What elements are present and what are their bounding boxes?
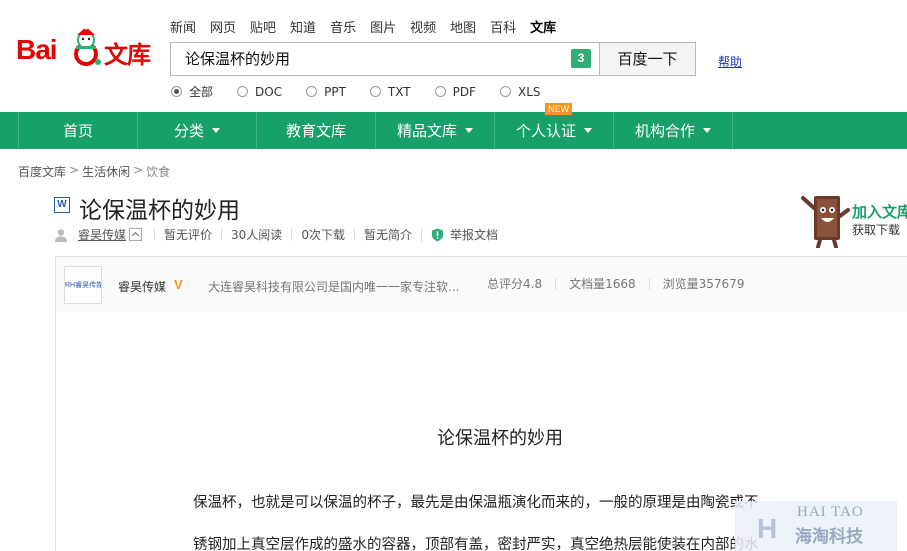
doc-downloads: 0次下载 xyxy=(291,228,354,241)
author-stats: 总评分4.8 文档量1668 浏览量357679 xyxy=(474,278,757,290)
filter-ppt[interactable]: PPT xyxy=(306,83,346,100)
breadcrumb: 百度文库 > 生活休闲 > 饮食 xyxy=(18,163,170,180)
author-logo[interactable]: RH睿昊传媒 xyxy=(64,266,102,304)
chevron-down-icon xyxy=(584,128,592,133)
user-icon xyxy=(55,228,67,242)
search-button[interactable]: 百度一下 xyxy=(599,42,696,76)
nav-label: 机构合作 xyxy=(634,122,695,140)
chevron-down-icon xyxy=(465,128,473,133)
shield-icon xyxy=(431,228,443,241)
breadcrumb-item[interactable]: 生活休闲 xyxy=(82,163,130,180)
radio-ppt[interactable] xyxy=(306,86,318,97)
nav-institution[interactable]: 机构合作 xyxy=(614,112,733,149)
topnav-music[interactable]: 音乐 xyxy=(330,17,356,36)
watermark-letter: H xyxy=(757,513,778,544)
new-badge: NEW xyxy=(545,103,572,115)
topnav-images[interactable]: 图片 xyxy=(370,17,396,36)
nav-label: 分类 xyxy=(173,122,204,140)
doc-summary: 暂无简介 xyxy=(353,228,421,241)
breadcrumb-item-current[interactable]: 饮食 xyxy=(146,163,170,180)
radio-txt[interactable] xyxy=(369,86,381,97)
nav-premium[interactable]: 精品文库 xyxy=(376,112,495,149)
doc-title: 论保温杯的妙用 xyxy=(79,198,240,224)
doc-meta: 睿昊传媒 暂无评价 30人阅读 0次下载 暂无简介 举报文档 xyxy=(54,226,498,243)
chevron-up-icon[interactable] xyxy=(129,228,143,241)
help-link[interactable]: 帮助 xyxy=(718,53,742,70)
filter-txt[interactable]: TXT xyxy=(369,83,411,100)
verified-v-icon: V xyxy=(174,277,183,292)
document-text-line: 保温杯，也就是可以保温的杯子，最先是由保温瓶演化而来的，一般的原理是由陶瓷或不 xyxy=(193,495,759,511)
topnav-news[interactable]: 新闻 xyxy=(170,17,196,36)
nav-label: 首页 xyxy=(62,122,93,140)
topnav-video[interactable]: 视频 xyxy=(410,17,436,36)
chevron-down-icon xyxy=(703,128,711,133)
topnav-web[interactable]: 网页 xyxy=(210,17,236,36)
filter-xls[interactable]: XLS xyxy=(499,83,541,100)
document-heading: 论保温杯的妙用 xyxy=(437,428,563,449)
watermark-en: HAI TAO xyxy=(797,504,864,520)
author-stat-score: 总评分4.8 xyxy=(487,277,543,291)
nav-label: 教育文库 xyxy=(285,122,346,140)
radio-xls[interactable] xyxy=(499,86,511,97)
logo-text-wenku: 文库 xyxy=(104,41,151,69)
filter-doc[interactable]: DOC xyxy=(237,83,282,100)
filter-label: DOC xyxy=(255,84,283,99)
main-nav-bar: 首页 分类 教育文库 精品文库 个人认证 机构合作 xyxy=(0,112,907,149)
author-link[interactable]: 睿昊传媒 xyxy=(78,226,126,243)
filter-label: PPT xyxy=(324,84,346,99)
filter-pdf[interactable]: PDF xyxy=(434,83,476,100)
author-stat-views: 浏览量357679 xyxy=(648,278,758,290)
radio-pdf[interactable] xyxy=(434,86,446,97)
nav-personal-cert[interactable]: 个人认证 xyxy=(495,112,614,149)
author-stat-docs: 文档量1668 xyxy=(555,278,649,290)
book-mascot-icon[interactable] xyxy=(800,188,850,248)
filter-label: 全部 xyxy=(189,85,214,99)
document-text-line: 锈钢加上真空层作成的盛水的容器，顶部有盖，密封严实，真空绝热层能使装在内部的水 xyxy=(193,537,759,551)
doc-rating: 暂无评价 xyxy=(154,228,221,241)
nav-home[interactable]: 首页 xyxy=(19,112,138,149)
nav-label: 精品文库 xyxy=(396,122,457,140)
report-label: 举报文档 xyxy=(449,227,498,242)
filter-label: TXT xyxy=(387,84,411,99)
topnav-zhidao[interactable]: 知道 xyxy=(290,17,316,36)
topnav-map[interactable]: 地图 xyxy=(450,17,476,36)
author-card: RH睿昊传媒 睿昊传媒 V 大连睿昊科技有限公司是国内唯一一家专注软... 总评… xyxy=(55,256,907,313)
nav-categories[interactable]: 分类 xyxy=(138,112,257,149)
nav-label: 个人认证 xyxy=(515,122,576,140)
topnav-wenku[interactable]: 文库 xyxy=(530,17,556,36)
filter-label: XLS xyxy=(517,84,541,99)
radio-all[interactable] xyxy=(171,86,182,97)
radio-doc[interactable] xyxy=(237,86,249,97)
search-input[interactable]: 论保温杯的妙用 xyxy=(170,42,600,76)
filter-label: PDF xyxy=(452,84,476,99)
logo-text-bai: Bai xyxy=(16,34,58,65)
baidu-wenku-logo[interactable]: Bai 文库 xyxy=(16,22,158,74)
author-description: 大连睿昊科技有限公司是国内唯一一家专注软... xyxy=(208,280,460,294)
breadcrumb-separator-icon: > xyxy=(133,163,144,177)
snowman-mascot-icon xyxy=(74,26,101,66)
breadcrumb-separator-icon: > xyxy=(69,163,80,177)
nav-education[interactable]: 教育文库 xyxy=(257,112,376,149)
watermark-cn: 海淘科技 xyxy=(795,527,863,547)
promo-subtitle[interactable]: 获取下载 xyxy=(852,221,900,238)
topnav-baike[interactable]: 百科 xyxy=(490,17,516,36)
file-type-filters: 全部 DOC PPT TXT PDF XLS xyxy=(171,83,565,100)
top-nav: 新闻 网页 贴吧 知道 音乐 图片 视频 地图 百科 文库 xyxy=(170,17,570,36)
chevron-down-icon xyxy=(212,128,220,133)
breadcrumb-item[interactable]: 百度文库 xyxy=(18,163,66,180)
report-doc-link[interactable]: 举报文档 xyxy=(420,227,498,242)
doc-reads: 30人阅读 xyxy=(221,228,291,241)
filter-all[interactable]: 全部 xyxy=(171,83,213,100)
topnav-tieba[interactable]: 贴吧 xyxy=(250,17,276,36)
author-card-name[interactable]: 睿昊传媒 xyxy=(118,278,166,295)
watermark: H HAI TAO 海淘科技 xyxy=(735,501,897,551)
search-suggestion-badge[interactable]: 3 xyxy=(571,49,591,68)
promo-title[interactable]: 加入文库 xyxy=(852,201,907,222)
word-doc-icon: W xyxy=(54,197,70,213)
